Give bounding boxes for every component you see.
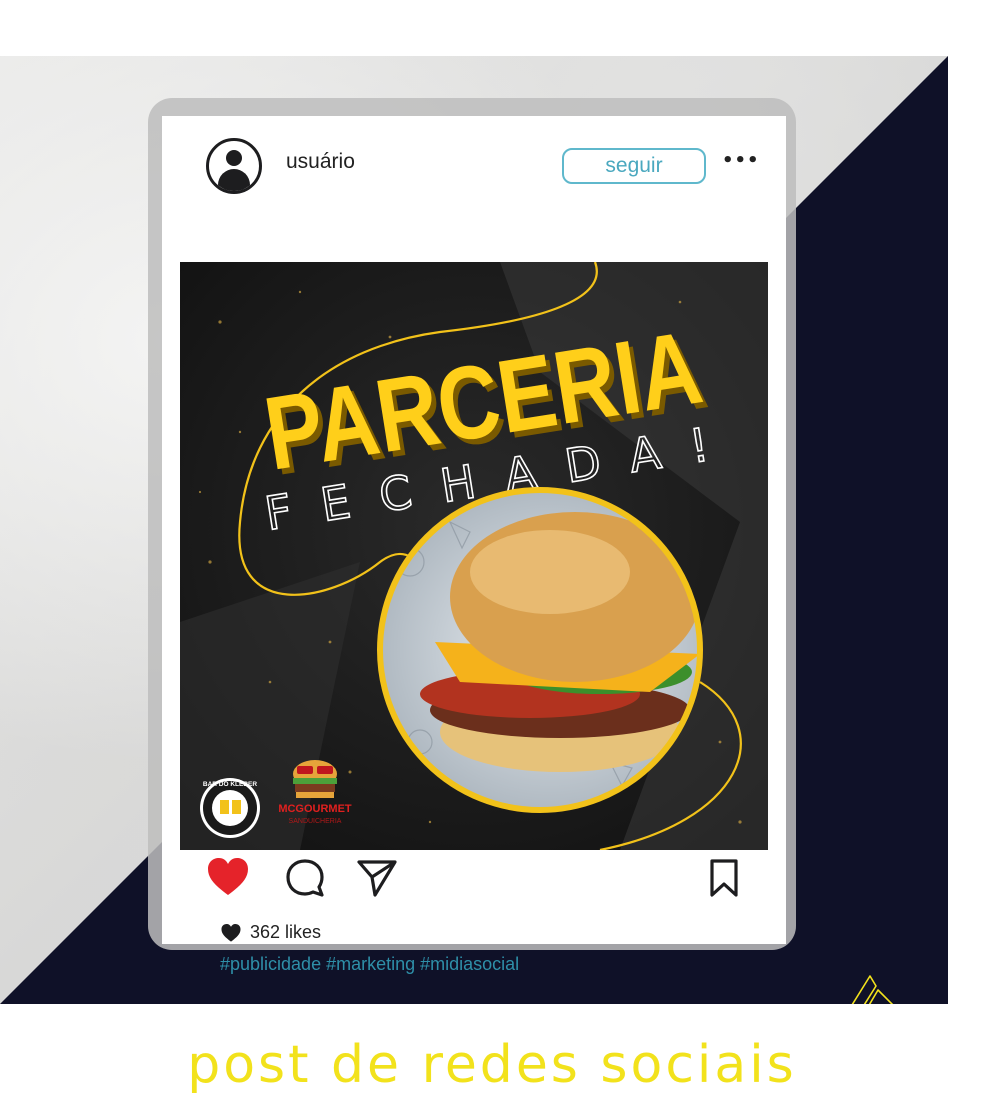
- page-caption: post de redes sociais: [187, 1035, 797, 1095]
- bar-do-kleber-logo: BAR DO KLEBER: [200, 778, 260, 838]
- comment-icon[interactable]: [284, 858, 326, 898]
- mockup-showcase: usuário seguir ••• PARCERIA PARCERIA FEC…: [0, 56, 948, 1004]
- post-image[interactable]: PARCERIA PARCERIA FECHADA! BAR DO KLEBER…: [180, 262, 768, 850]
- more-dots-icon[interactable]: •••: [722, 150, 759, 172]
- send-icon[interactable]: [356, 858, 398, 898]
- username[interactable]: usuário: [286, 150, 355, 174]
- svg-text:MCGOURMET: MCGOURMET: [278, 803, 352, 815]
- user-avatar-icon[interactable]: [206, 138, 262, 194]
- post-actions: [162, 856, 786, 912]
- follow-button[interactable]: seguir: [562, 148, 706, 184]
- post-header: usuário seguir •••: [162, 116, 786, 208]
- small-heart-icon: [221, 923, 241, 942]
- post-hashtags[interactable]: #publicidade #marketing #midiasocial: [220, 954, 519, 975]
- likes-count[interactable]: 362 likes: [250, 922, 321, 943]
- bookmark-icon[interactable]: [708, 858, 740, 898]
- brand-logo-icon: [851, 975, 894, 1004]
- instagram-post-card: usuário seguir ••• PARCERIA PARCERIA FEC…: [162, 116, 786, 974]
- heart-icon[interactable]: [206, 856, 250, 898]
- likes-row: 362 likes: [220, 922, 321, 943]
- svg-text:BAR DO KLEBER: BAR DO KLEBER: [203, 781, 257, 788]
- svg-text:SANDUICHERIA: SANDUICHERIA: [289, 818, 342, 825]
